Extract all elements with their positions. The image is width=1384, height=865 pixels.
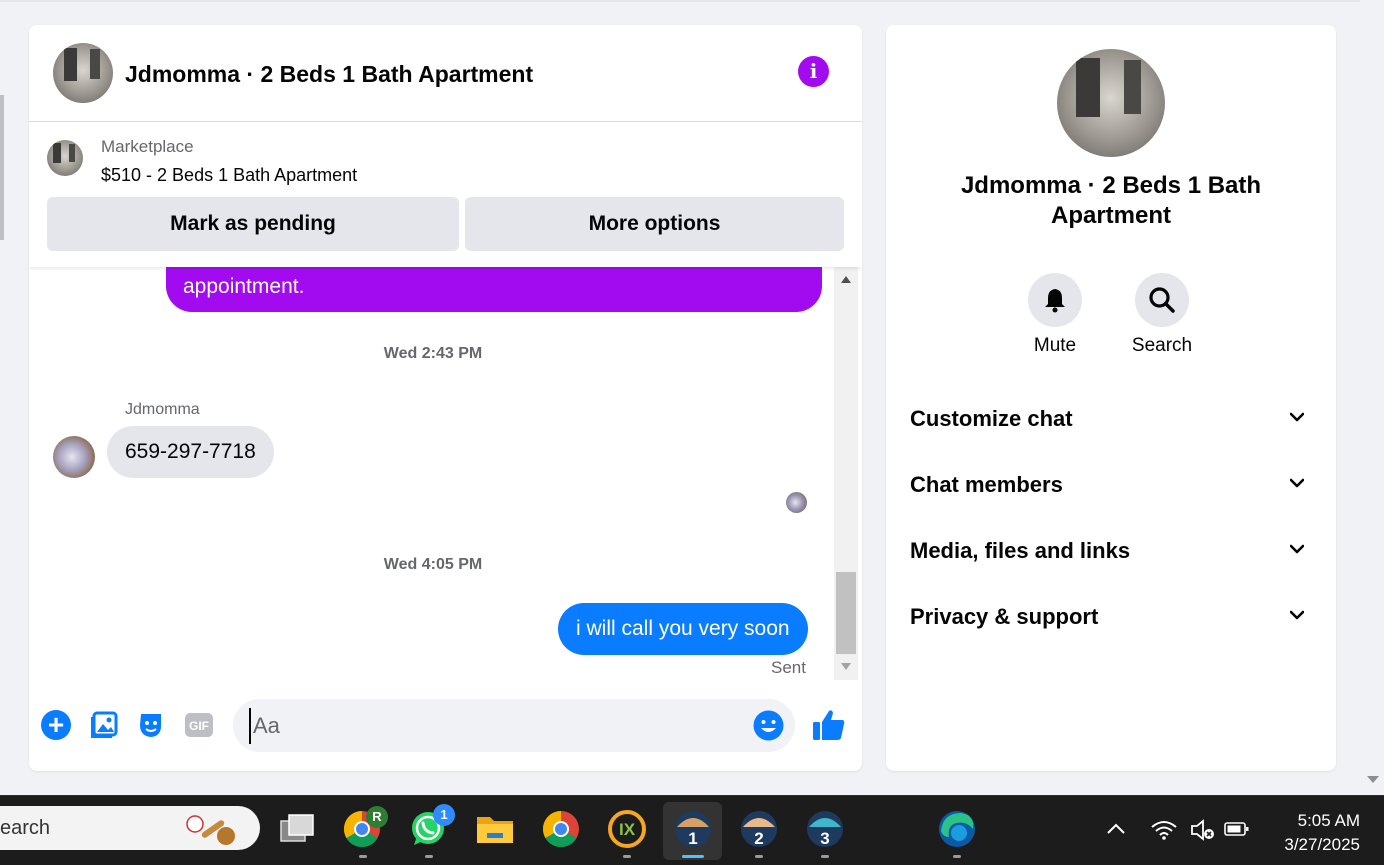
baseball-icon — [186, 815, 235, 845]
svg-text:IX: IX — [619, 820, 636, 839]
emoji-icon[interactable] — [753, 710, 784, 741]
conversation-title: Jdmomma · 2 Beds 1 Bath Apartment — [960, 172, 1262, 229]
section-label: Customize chat — [910, 406, 1073, 431]
message-scrollbar[interactable] — [834, 267, 858, 680]
listing-kind: Marketplace — [101, 137, 194, 156]
incoming-message[interactable]: 659-297-7718 — [107, 426, 274, 478]
message-composer: + GIF — [29, 693, 862, 755]
mute-label: Mute — [1033, 335, 1077, 356]
notification-badge: 1 — [433, 804, 455, 826]
chevron-down-icon — [1290, 478, 1304, 488]
message-list: appointment. Wed 2:43 PM Jdmomma 659-297… — [29, 267, 862, 685]
gif-label: GIF — [189, 719, 209, 733]
marketplace-listing-banner: Marketplace $510 - 2 Beds 1 Bath Apartme… — [29, 122, 862, 267]
running-indicator — [425, 855, 433, 858]
task-view-icon[interactable] — [277, 809, 317, 849]
photo-icon[interactable] — [90, 710, 120, 740]
clock-time: 5:05 AM — [1297, 811, 1360, 830]
section-customize-chat[interactable]: Customize chat — [910, 398, 1312, 438]
scroll-thumb[interactable] — [836, 572, 856, 654]
message-status: Sent — [771, 658, 806, 677]
search-icon — [1149, 287, 1175, 313]
plus-icon[interactable]: + — [41, 710, 71, 740]
windows-taskbar: earch R 1 IX 1 2 3 5:05 AM 3/27/2025 — [0, 795, 1384, 865]
chrome-icon[interactable] — [541, 809, 581, 849]
app-number: 1 — [688, 829, 698, 848]
conversation-avatar[interactable] — [1057, 49, 1165, 157]
search-circle[interactable] — [1135, 273, 1189, 327]
bell-icon — [1045, 289, 1065, 313]
outgoing-message[interactable]: i will call you very soon — [558, 603, 808, 655]
app-number: 2 — [754, 829, 764, 848]
message-input-wrapper — [233, 699, 795, 752]
sender-name: Jdmomma — [125, 401, 200, 418]
chevron-down-icon — [1290, 610, 1304, 620]
read-receipt-avatar — [786, 492, 807, 513]
ix-browser-icon[interactable]: IX — [607, 809, 647, 849]
clock-date: 3/27/2025 — [1284, 835, 1360, 854]
listing-thumbnail[interactable] — [47, 140, 83, 176]
chevron-down-icon — [1290, 412, 1304, 422]
left-scroll-edge — [0, 95, 4, 240]
section-label: Media, files and links — [910, 538, 1131, 563]
chat-header: Jdmomma · 2 Beds 1 Bath Apartment i — [29, 25, 862, 122]
info-icon[interactable]: i — [798, 56, 829, 87]
search-label: Search — [1131, 335, 1193, 356]
search-button[interactable]: Search — [1122, 273, 1202, 357]
more-options-button[interactable]: More options — [465, 197, 844, 251]
speaker-muted-icon[interactable] — [1190, 818, 1216, 842]
outgoing-message-partial[interactable]: appointment. — [166, 267, 822, 312]
timestamp: Wed 2:43 PM — [383, 345, 483, 362]
chevron-down-icon — [1290, 544, 1304, 554]
system-clock[interactable]: 5:05 AM 3/27/2025 — [1270, 809, 1360, 857]
sticker-icon[interactable] — [136, 710, 166, 740]
wifi-icon[interactable] — [1150, 818, 1178, 842]
page-scrollbar[interactable] — [1360, 0, 1384, 795]
mute-circle[interactable] — [1028, 273, 1082, 327]
file-explorer-icon[interactable] — [475, 809, 515, 849]
section-label: Privacy & support — [910, 604, 1099, 629]
thumbs-up-icon[interactable] — [811, 707, 847, 743]
scroll-down-arrow[interactable] — [1367, 776, 1379, 783]
chat-details-panel: Jdmomma · 2 Beds 1 Bath Apartment Mute S… — [886, 25, 1336, 771]
scroll-up-arrow[interactable] — [841, 276, 851, 283]
section-chat-members[interactable]: Chat members — [910, 464, 1312, 504]
sender-avatar[interactable] — [53, 436, 95, 478]
active-indicator — [682, 855, 704, 858]
search-text: earch — [0, 817, 51, 839]
section-media-files-links[interactable]: Media, files and links — [910, 530, 1312, 570]
profile-badge: R — [366, 806, 388, 828]
chat-avatar[interactable] — [53, 43, 113, 103]
edge-icon[interactable] — [937, 809, 977, 849]
running-indicator — [755, 855, 763, 858]
running-indicator — [953, 855, 961, 858]
running-indicator — [821, 855, 829, 858]
window-top-border — [0, 0, 1360, 2]
gif-icon[interactable]: GIF — [184, 710, 214, 740]
mute-button[interactable]: Mute — [1015, 273, 1095, 357]
section-privacy-support[interactable]: Privacy & support — [910, 596, 1312, 636]
mark-as-pending-button[interactable]: Mark as pending — [47, 197, 459, 251]
running-indicator — [623, 855, 631, 858]
app-number: 3 — [820, 829, 830, 848]
message-input[interactable] — [249, 708, 729, 744]
taskbar-search-box[interactable]: earch — [0, 806, 260, 850]
chevron-up-icon[interactable] — [1105, 821, 1127, 837]
message-text: appointment. — [183, 275, 305, 298]
chat-title[interactable]: Jdmomma · 2 Beds 1 Bath Apartment — [125, 61, 533, 88]
scroll-down-arrow[interactable] — [841, 663, 851, 670]
battery-icon[interactable] — [1224, 821, 1250, 837]
chat-panel: Jdmomma · 2 Beds 1 Bath Apartment i appo… — [29, 25, 862, 771]
running-indicator — [359, 855, 367, 858]
section-label: Chat members — [910, 472, 1063, 497]
timestamp: Wed 4:05 PM — [383, 556, 483, 573]
listing-price-title[interactable]: $510 - 2 Beds 1 Bath Apartment — [101, 165, 357, 186]
